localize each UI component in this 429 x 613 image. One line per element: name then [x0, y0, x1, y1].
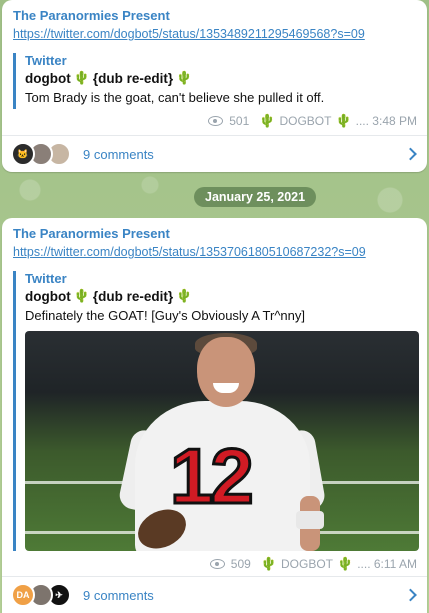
post-meta: 501 🌵 DOGBOT 🌵 .... 3:48 PM: [208, 113, 417, 129]
player-head: [197, 337, 255, 407]
post-signature: DOGBOT: [279, 114, 332, 128]
cactus-icon: 🌵: [337, 556, 354, 571]
cactus-icon: 🌵: [176, 70, 193, 85]
preview-source: Twitter: [25, 53, 67, 68]
cactus-icon: 🌵: [176, 288, 193, 303]
link-preview[interactable]: Twitter dogbot 🌵 {dub re-edit} 🌵 Definat…: [13, 271, 419, 551]
preview-source: Twitter: [25, 271, 67, 286]
cactus-icon: 🌵: [260, 556, 277, 571]
cactus-icon: 🌵: [73, 288, 90, 303]
views-icon: [208, 116, 224, 126]
preview-text: Tom Brady is the goat, can't believe she…: [25, 90, 325, 105]
view-count: 501: [229, 114, 250, 128]
preview-author: dogbot 🌵 {dub re-edit} 🌵: [25, 70, 417, 86]
view-count: 509: [230, 557, 251, 571]
preview-author: dogbot 🌵 {dub re-edit} 🌵: [25, 288, 417, 304]
preview-text: Definately the GOAT! [Guy's Obviously A …: [25, 308, 306, 323]
author-suffix: {dub re-edit}: [92, 70, 174, 86]
comments-button[interactable]: DA ✈ 9 comments: [2, 577, 427, 613]
views-icon: [209, 559, 225, 569]
comments-count: 9 comments: [83, 587, 154, 603]
commenter-avatars: DA ✈: [11, 583, 75, 607]
cactus-icon: 🌵: [259, 113, 276, 128]
tweet-link[interactable]: https://twitter.com/dogbot5/status/13537…: [13, 245, 366, 259]
tweet-link[interactable]: https://twitter.com/dogbot5/status/13534…: [13, 27, 365, 41]
channel-post[interactable]: The Paranormies Present https://twitter.…: [2, 0, 427, 172]
cactus-icon: 🌵: [335, 113, 352, 128]
cactus-icon: 🌵: [73, 70, 90, 85]
channel-name[interactable]: The Paranormies Present: [13, 8, 170, 23]
preview-photo[interactable]: 12: [25, 331, 419, 551]
comments-count: 9 comments: [83, 146, 154, 162]
author-name: dogbot: [25, 70, 71, 86]
link-preview[interactable]: Twitter dogbot 🌵 {dub re-edit} 🌵 Tom Bra…: [13, 53, 417, 109]
post-time: .... 6:11 AM: [357, 557, 417, 571]
avatar: 🐱: [11, 142, 35, 166]
author-suffix: {dub re-edit}: [92, 288, 174, 304]
date-divider: January 25, 2021: [194, 187, 317, 207]
chevron-right-icon: [404, 147, 417, 161]
jersey-number: 12: [169, 431, 256, 522]
author-name: dogbot: [25, 288, 71, 304]
commenter-avatars: 🐱: [11, 142, 75, 166]
chevron-right-icon: [404, 588, 417, 602]
post-time: .... 3:48 PM: [355, 114, 417, 128]
avatar: DA: [11, 583, 35, 607]
post-signature: DOGBOT: [280, 557, 333, 571]
post-meta: 509 🌵 DOGBOT 🌵 .... 6:11 AM: [209, 556, 417, 572]
wristband: [296, 511, 324, 529]
channel-name[interactable]: The Paranormies Present: [13, 226, 170, 241]
channel-post[interactable]: The Paranormies Present https://twitter.…: [2, 218, 427, 613]
comments-button[interactable]: 🐱 9 comments: [2, 136, 427, 172]
